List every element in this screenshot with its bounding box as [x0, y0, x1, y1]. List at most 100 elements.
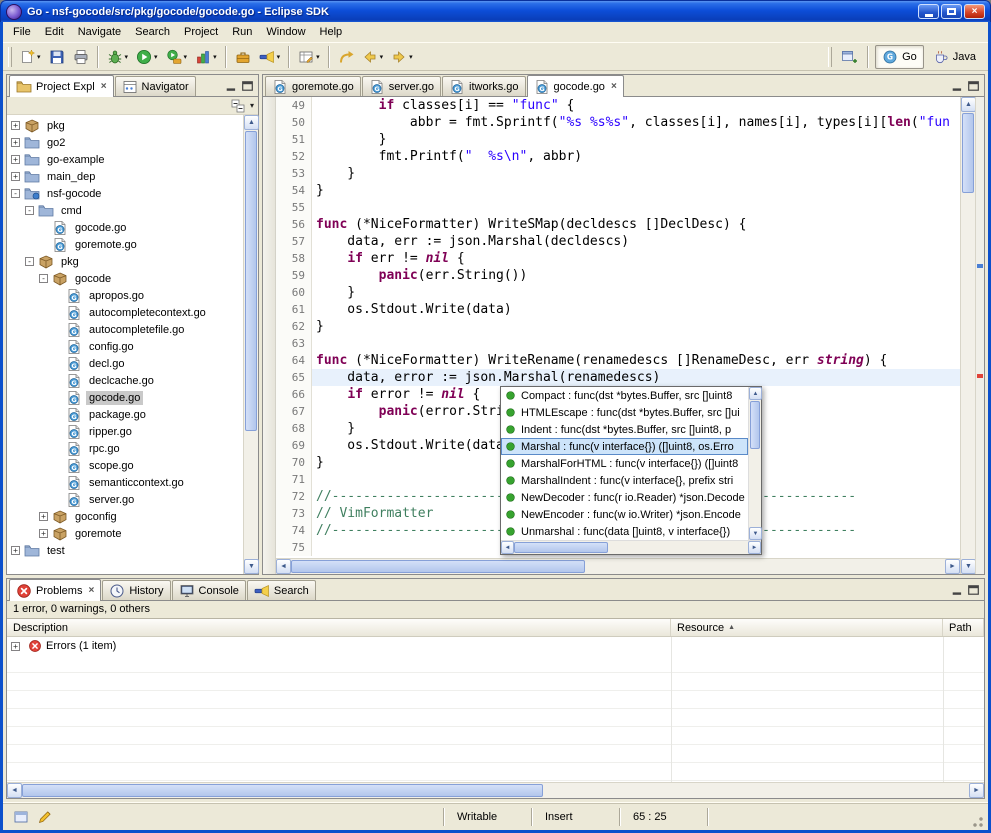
autocomplete-item[interactable]: NewDecoder : func(r io.Reader) *json.Dec…: [501, 489, 748, 506]
autocomplete-item[interactable]: MarshalForHTML : func(v interface{}) ([]…: [501, 455, 748, 472]
scroll-left-icon[interactable]: ◄: [276, 559, 291, 574]
open-perspective-button[interactable]: [837, 45, 861, 69]
minimize-view-icon[interactable]: [225, 80, 238, 92]
scroll-thumb[interactable]: [514, 542, 608, 553]
scroll-thumb[interactable]: [962, 113, 974, 193]
code-line[interactable]: 61 os.Stdout.Write(data): [276, 301, 960, 318]
view-tab-console[interactable]: Console: [172, 580, 246, 600]
view-tab-search[interactable]: Search: [247, 580, 316, 600]
tree-item-config-go[interactable]: Gconfig.go: [7, 338, 243, 355]
collapse-all-icon[interactable]: [230, 98, 246, 114]
code-line[interactable]: 57 data, err := json.Marshal(decldescs): [276, 233, 960, 250]
popup-scrollbar[interactable]: ▲ ▼: [748, 387, 761, 540]
minimize-button[interactable]: [918, 4, 939, 19]
save-button[interactable]: [45, 45, 69, 69]
autocomplete-item[interactable]: NewEncoder : func(w io.Writer) *json.Enc…: [501, 506, 748, 523]
autocomplete-item[interactable]: Unmarshal : func(data []uint8, v interfa…: [501, 523, 748, 540]
resize-grip[interactable]: [971, 815, 984, 828]
dropdown-arrow-icon[interactable]: ▾: [184, 53, 188, 61]
scroll-right-icon[interactable]: ►: [748, 541, 761, 554]
toolbar-handle[interactable]: [828, 47, 832, 67]
scroll-left-icon[interactable]: ◄: [501, 541, 514, 554]
dropdown-arrow-icon[interactable]: ▾: [380, 53, 384, 61]
scroll-up-icon[interactable]: ▲: [961, 97, 976, 112]
popup-hscrollbar[interactable]: ◄ ►: [501, 540, 761, 554]
tree-item-ripper-go[interactable]: Gripper.go: [7, 423, 243, 440]
overview-error-marker[interactable]: [977, 374, 983, 378]
debug-button[interactable]: ▾: [103, 45, 133, 69]
menu-run[interactable]: Run: [225, 23, 259, 41]
tree-item-main-dep[interactable]: +main_dep: [7, 168, 243, 185]
scroll-thumb[interactable]: [291, 560, 585, 573]
expand-toggle-icon[interactable]: +: [11, 155, 20, 164]
run-button[interactable]: ▾: [132, 45, 162, 69]
tree-item-goremote-go[interactable]: Ggoremote.go: [7, 236, 243, 253]
close-tab-icon[interactable]: ×: [609, 81, 617, 92]
view-menu-icon[interactable]: ▾: [250, 101, 254, 110]
problems-row[interactable]: +Errors (1 item): [7, 637, 984, 655]
editor-hscrollbar[interactable]: ◄ ►: [276, 558, 960, 574]
overview-marker[interactable]: [977, 264, 983, 268]
back-button[interactable]: ▾: [358, 45, 388, 69]
editor-tab-goremote-go[interactable]: Ggoremote.go: [265, 76, 361, 96]
tree-item-apropos-go[interactable]: Gapropos.go: [7, 287, 243, 304]
scroll-down-icon[interactable]: ▼: [961, 559, 976, 574]
toolbar-handle[interactable]: [8, 47, 12, 67]
titlebar[interactable]: Go - nsf-gocode/src/pkg/gocode/gocode.go…: [0, 0, 991, 22]
scroll-thumb[interactable]: [750, 401, 760, 449]
close-tab-icon[interactable]: ×: [86, 585, 94, 596]
last-edit-location-button[interactable]: [334, 45, 358, 69]
scroll-up-icon[interactable]: ▲: [244, 115, 259, 130]
scroll-left-icon[interactable]: ◄: [7, 783, 22, 798]
tree-item-server-go[interactable]: Gserver.go: [7, 491, 243, 508]
scroll-thumb[interactable]: [245, 131, 257, 431]
scroll-down-icon[interactable]: ▼: [749, 527, 762, 540]
code-line[interactable]: 56func (*NiceFormatter) WriteSMap(declde…: [276, 216, 960, 233]
code-line[interactable]: 59 panic(err.String()): [276, 267, 960, 284]
close-tab-icon[interactable]: ×: [99, 81, 107, 92]
tree-item-gocode-go[interactable]: Ggocode.go: [7, 389, 243, 406]
forward-button[interactable]: ▾: [387, 45, 417, 69]
scroll-thumb[interactable]: [22, 784, 543, 797]
dropdown-arrow-icon[interactable]: ▾: [125, 53, 129, 61]
menu-help[interactable]: Help: [313, 23, 350, 41]
expand-toggle-icon[interactable]: -: [11, 189, 20, 198]
tree-item-rpc-go[interactable]: Grpc.go: [7, 440, 243, 457]
scroll-right-icon[interactable]: ►: [945, 559, 960, 574]
fast-view-icon[interactable]: [13, 809, 29, 825]
tree-item-semanticcontext-go[interactable]: Gsemanticcontext.go: [7, 474, 243, 491]
minimize-view-icon[interactable]: [951, 80, 964, 92]
maximize-view-icon[interactable]: [967, 584, 980, 596]
code-line[interactable]: 55: [276, 199, 960, 216]
tree-item-nsf-gocode[interactable]: -nsf-gocode: [7, 185, 243, 202]
new-wizard-button[interactable]: ▾: [15, 45, 45, 69]
tree-item-test[interactable]: +test: [7, 542, 243, 559]
menu-search[interactable]: Search: [128, 23, 177, 41]
tree-item-scope-go[interactable]: Gscope.go: [7, 457, 243, 474]
tree-item-cmd[interactable]: -cmd: [7, 202, 243, 219]
view-tab-navigator[interactable]: Navigator: [115, 76, 196, 96]
code-line[interactable]: 52 fmt.Printf(" %s\n", abbr): [276, 148, 960, 165]
editor-tab-gocode-go[interactable]: Ggocode.go×: [527, 75, 624, 97]
dropdown-arrow-icon[interactable]: ▾: [409, 53, 413, 61]
tree-item-gocode-go[interactable]: Ggocode.go: [7, 219, 243, 236]
column-header-path[interactable]: Path: [943, 619, 984, 636]
dropdown-arrow-icon[interactable]: ▾: [37, 53, 41, 61]
code-line[interactable]: 63: [276, 335, 960, 352]
code-line[interactable]: 50 abbr = fmt.Sprintf("%s %s%s", classes…: [276, 114, 960, 131]
tree-item-declcache-go[interactable]: Gdeclcache.go: [7, 372, 243, 389]
expand-toggle-icon[interactable]: -: [39, 274, 48, 283]
overview-ruler[interactable]: [975, 97, 984, 574]
code-line[interactable]: 49 if classes[i] == "func" {: [276, 97, 960, 114]
column-header-resource[interactable]: Resource▲: [671, 619, 943, 636]
autocomplete-item[interactable]: Marshal : func(v interface{}) ([]uint8, …: [501, 438, 748, 455]
problems-hscrollbar[interactable]: ◄ ►: [7, 782, 984, 798]
expand-toggle-icon[interactable]: +: [11, 642, 20, 651]
annotations-button[interactable]: ▾: [294, 45, 324, 69]
code-line[interactable]: 51 }: [276, 131, 960, 148]
tree-item-autocompletefile-go[interactable]: Gautocompletefile.go: [7, 321, 243, 338]
code-line[interactable]: 62}: [276, 318, 960, 335]
tree-item-package-go[interactable]: Gpackage.go: [7, 406, 243, 423]
search-button[interactable]: ▾: [255, 45, 285, 69]
view-tab-problems[interactable]: Problems×: [9, 579, 101, 601]
